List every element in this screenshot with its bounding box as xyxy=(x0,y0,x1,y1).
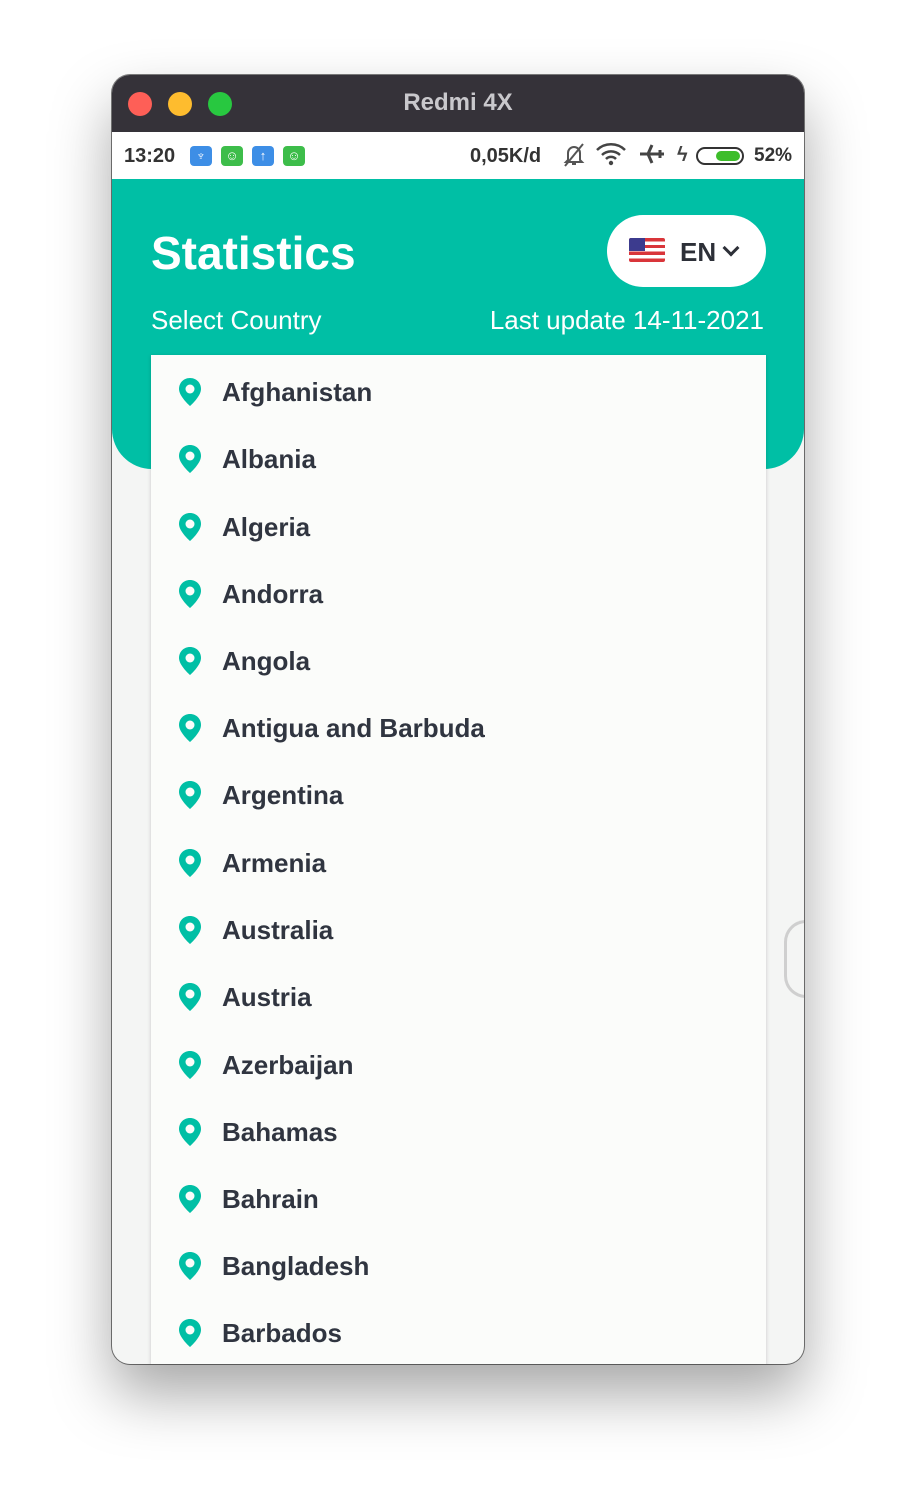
country-name: Angola xyxy=(222,646,311,676)
charging-icon: ϟ xyxy=(677,144,688,166)
last-update-label: Last update 14-11-2021 xyxy=(489,305,764,335)
emulator-window: Redmi 4X 13:20 ♆ ☺ ↑ ☺ 0,05K/d ϟ 52% Sta… xyxy=(112,75,804,1364)
country-item-bahrain[interactable]: Bahrain xyxy=(151,1182,766,1249)
country-item-algeria[interactable]: Algeria xyxy=(151,510,766,577)
network-speed: 0,05K/d xyxy=(470,145,542,167)
country-item-australia[interactable]: Australia xyxy=(151,913,766,980)
map-pin-icon xyxy=(179,378,201,406)
select-country-label: Select Country xyxy=(151,305,322,335)
country-name: Andorra xyxy=(222,579,324,609)
us-flag-icon xyxy=(629,238,665,262)
bell-muted-icon xyxy=(562,142,586,174)
country-item-andorra[interactable]: Andorra xyxy=(151,577,766,644)
country-item-angola[interactable]: Angola xyxy=(151,644,766,711)
country-item-azerbaijan[interactable]: Azerbaijan xyxy=(151,1048,766,1115)
map-pin-icon xyxy=(179,849,201,877)
country-name: Albania xyxy=(222,444,316,474)
country-name: Afghanistan xyxy=(222,377,373,407)
map-pin-icon xyxy=(179,1185,201,1213)
country-name: Azerbaijan xyxy=(222,1050,354,1080)
country-name: Austria xyxy=(222,982,312,1012)
country-name: Argentina xyxy=(222,780,344,810)
country-item-afghanistan[interactable]: Afghanistan xyxy=(151,375,766,442)
map-pin-icon xyxy=(179,916,201,944)
country-item-bangladesh[interactable]: Bangladesh xyxy=(151,1249,766,1316)
country-name: Armenia xyxy=(222,848,327,878)
country-item-armenia[interactable]: Armenia xyxy=(151,846,766,913)
country-name: Barbados xyxy=(222,1318,342,1348)
country-item-argentina[interactable]: Argentina xyxy=(151,778,766,845)
battery-percent: 52% xyxy=(754,145,793,166)
country-item-albania[interactable]: Albania xyxy=(151,442,766,509)
country-name: Bahrain xyxy=(222,1184,319,1214)
android-icon: ☺ xyxy=(221,146,243,166)
chevron-down-icon xyxy=(722,239,740,257)
map-pin-icon xyxy=(179,1319,201,1347)
map-pin-icon xyxy=(179,580,201,608)
android-icon: ☺ xyxy=(283,146,305,166)
map-pin-icon xyxy=(179,983,201,1011)
upload-icon: ↑ xyxy=(252,146,274,166)
map-pin-icon xyxy=(179,781,201,809)
country-name: Antigua and Barbuda xyxy=(222,713,485,743)
country-name: Bangladesh xyxy=(222,1251,370,1281)
map-pin-icon xyxy=(179,714,201,742)
edge-swipe-handle[interactable] xyxy=(784,920,804,998)
map-pin-icon xyxy=(179,1252,201,1280)
window-titlebar: Redmi 4X xyxy=(112,75,804,132)
map-pin-icon xyxy=(179,513,201,541)
map-pin-icon xyxy=(179,647,201,675)
country-item-barbados[interactable]: Barbados xyxy=(151,1316,766,1364)
country-name: Australia xyxy=(222,915,334,945)
map-pin-icon xyxy=(179,445,201,473)
country-item-austria[interactable]: Austria xyxy=(151,980,766,1047)
wifi-icon xyxy=(595,142,627,172)
country-dropdown-list[interactable]: Afghanistan Albania Algeria Andorra Ango… xyxy=(151,355,766,1364)
map-pin-icon xyxy=(179,1051,201,1079)
shield-icon: ♆ xyxy=(190,146,212,166)
airplane-icon xyxy=(638,142,666,172)
map-pin-icon xyxy=(179,1118,201,1146)
country-item-bahamas[interactable]: Bahamas xyxy=(151,1115,766,1182)
page-title: Statistics xyxy=(151,227,356,279)
window-title: Redmi 4X xyxy=(403,89,513,116)
country-name: Algeria xyxy=(222,512,311,542)
language-selector[interactable]: EN xyxy=(607,215,766,287)
battery-icon xyxy=(696,147,744,165)
language-code: EN xyxy=(680,237,717,267)
country-name: Bahamas xyxy=(222,1117,338,1147)
country-item-antigua-and-barbuda[interactable]: Antigua and Barbuda xyxy=(151,711,766,778)
status-time: 13:20 xyxy=(124,145,176,167)
status-bar: 13:20 ♆ ☺ ↑ ☺ 0,05K/d ϟ 52% xyxy=(112,132,804,179)
